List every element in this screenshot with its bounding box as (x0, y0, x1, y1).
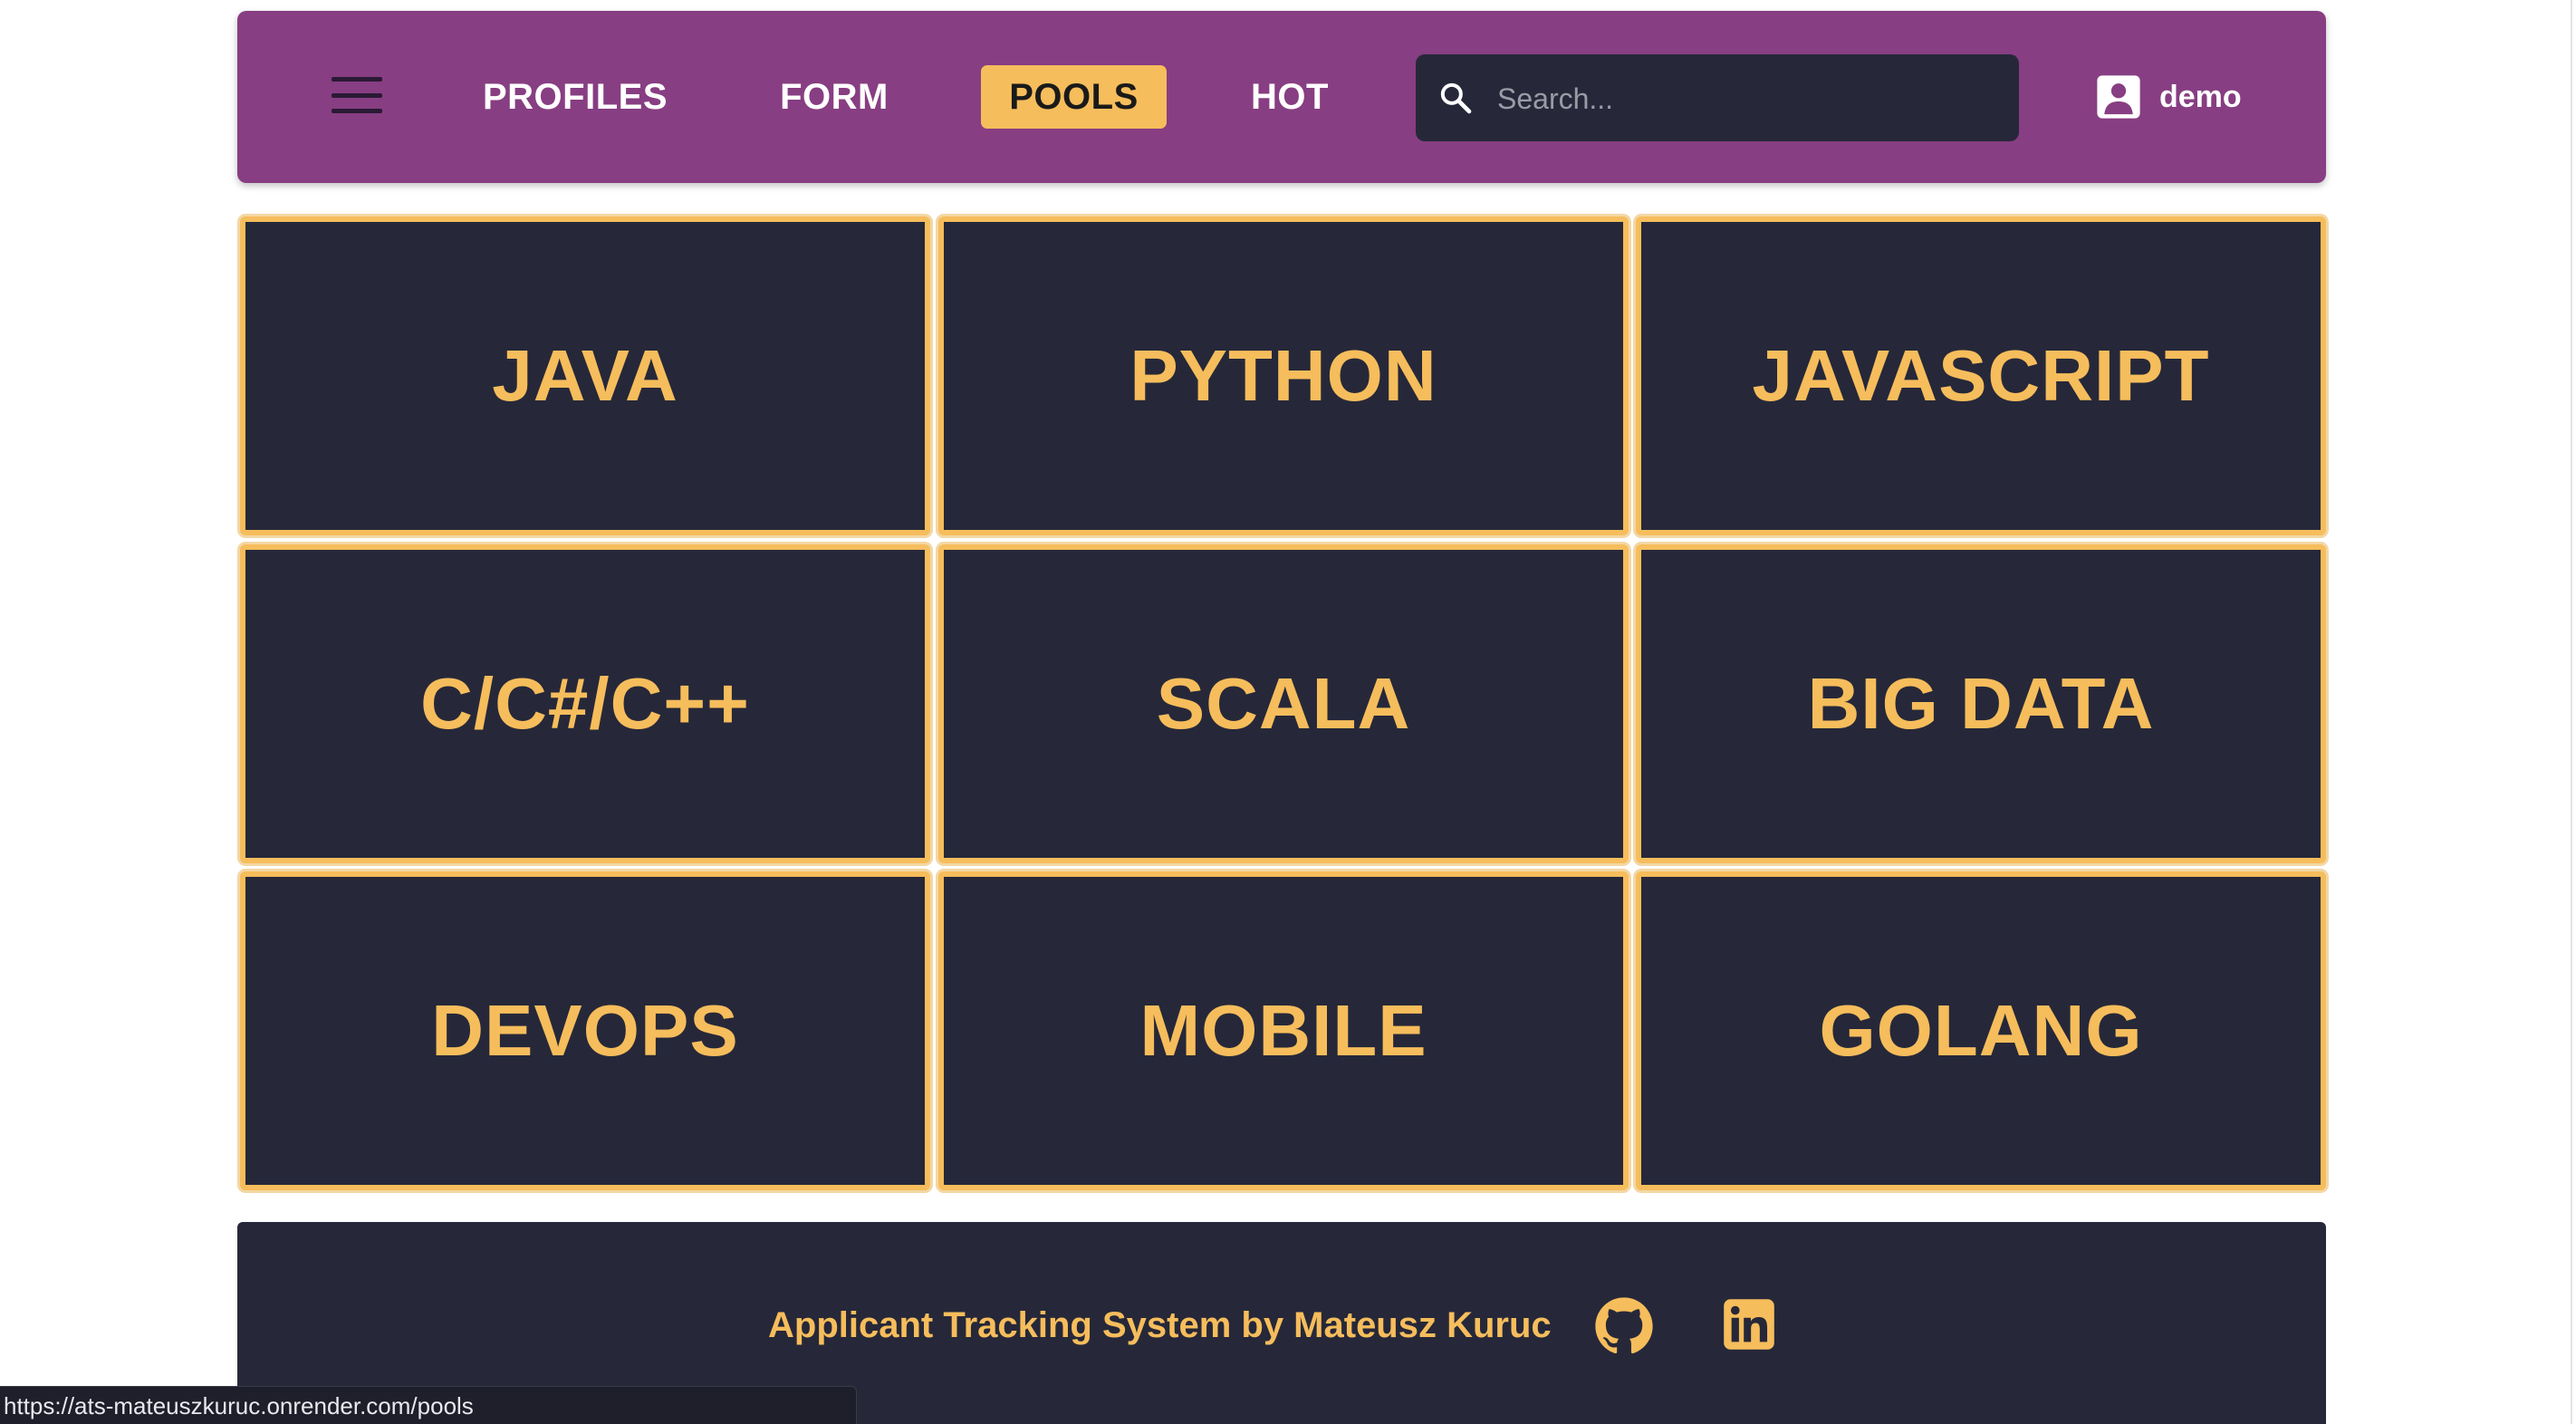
account-box-icon (2097, 75, 2140, 119)
pool-label: BIG DATA (1807, 663, 2155, 744)
pool-tile-c-csharp-cpp[interactable]: C/C#/C++ (240, 544, 930, 863)
footer-credit: Applicant Tracking System by Mateusz Kur… (768, 1305, 1552, 1345)
nav-item-form[interactable]: FORM (775, 65, 893, 129)
pool-tile-python[interactable]: PYTHON (938, 216, 1629, 535)
pool-tile-java[interactable]: JAVA (240, 216, 930, 535)
hamburger-menu-icon[interactable] (332, 77, 382, 113)
user-name: demo (2159, 79, 2242, 114)
pools-grid: JAVA PYTHON JAVASCRIPT C/C#/C++ SCALA BI… (237, 214, 2326, 1192)
top-navbar: PROFILES FORM POOLS HOT demo (237, 11, 2326, 183)
pool-label: SCALA (1156, 663, 1411, 744)
pool-tile-devops[interactable]: DEVOPS (240, 871, 930, 1190)
pool-label: GOLANG (1819, 990, 2143, 1071)
pool-tile-scala[interactable]: SCALA (938, 544, 1629, 863)
search-icon (1440, 82, 1472, 114)
github-icon[interactable] (1594, 1296, 1654, 1356)
scrollbar[interactable] (2571, 0, 2572, 1424)
nav-item-hot[interactable]: HOT (1243, 65, 1337, 129)
linkedin-icon[interactable] (1723, 1298, 1775, 1351)
pool-label: PYTHON (1129, 335, 1437, 416)
pool-label: C/C#/C++ (420, 663, 750, 744)
browser-status-bar: https://ats-mateuszkuruc.onrender.com/po… (0, 1386, 857, 1424)
pool-label: JAVA (492, 335, 678, 416)
pool-tile-mobile[interactable]: MOBILE (938, 871, 1629, 1190)
user-account[interactable]: demo (2094, 71, 2242, 123)
pool-label: DEVOPS (431, 990, 739, 1071)
status-url: https://ats-mateuszkuruc.onrender.com/po… (4, 1392, 474, 1419)
nav-item-profiles[interactable]: PROFILES (478, 65, 672, 129)
pool-tile-javascript[interactable]: JAVASCRIPT (1636, 216, 2326, 535)
pool-tile-big-data[interactable]: BIG DATA (1636, 544, 2326, 863)
nav-item-pools[interactable]: POOLS (981, 65, 1167, 129)
pool-label: MOBILE (1139, 990, 1427, 1071)
pool-tile-golang[interactable]: GOLANG (1636, 871, 2326, 1190)
search-box[interactable] (1416, 54, 2019, 141)
search-input[interactable] (1495, 71, 1988, 127)
page: PROFILES FORM POOLS HOT demo JAVA PYTHON (0, 0, 2576, 1424)
pool-label: JAVASCRIPT (1752, 335, 2210, 416)
